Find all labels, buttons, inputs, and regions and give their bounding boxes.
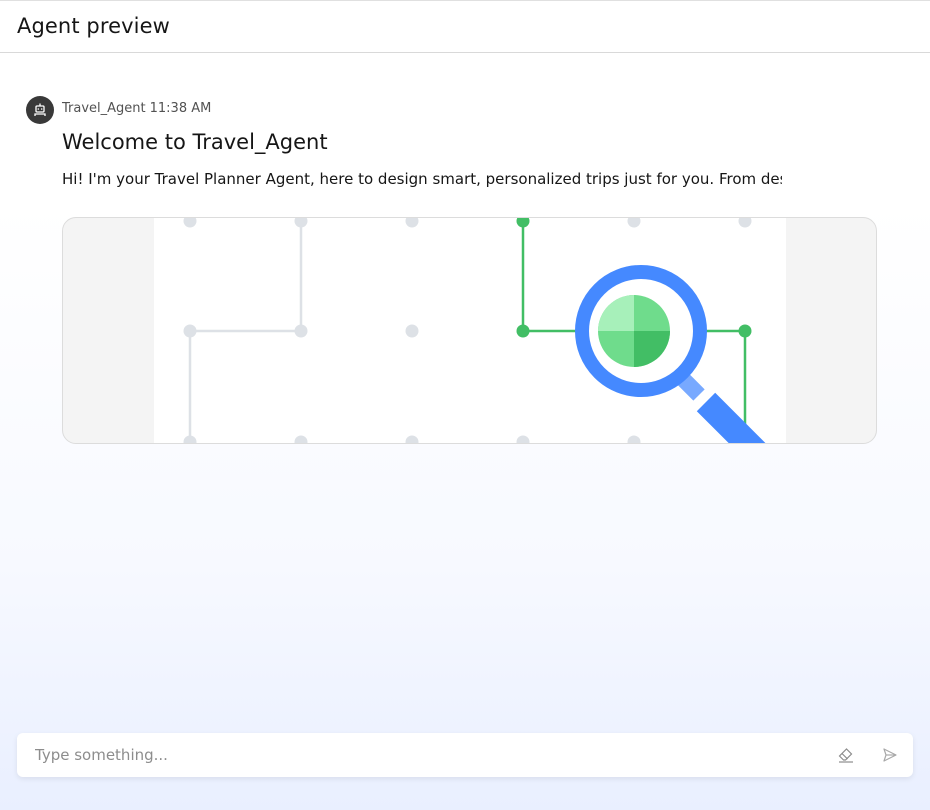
page-title: Agent preview <box>17 14 170 38</box>
welcome-image <box>62 217 877 444</box>
header: Agent preview <box>0 0 930 53</box>
message-composer <box>17 733 913 777</box>
eraser-icon[interactable] <box>835 744 857 766</box>
message-time: 11:38 AM <box>149 101 212 116</box>
welcome-text: Hi! I'm your Travel Planner Agent, here … <box>62 170 782 188</box>
message-meta: Travel_Agent 11:38 AM <box>62 101 215 116</box>
robot-icon <box>26 96 54 124</box>
message-input[interactable] <box>17 733 817 777</box>
agent-name: Travel_Agent <box>62 101 146 116</box>
magnifier-illustration <box>154 218 786 443</box>
welcome-title: Welcome to Travel_Agent <box>62 130 328 154</box>
send-icon[interactable] <box>879 744 901 766</box>
